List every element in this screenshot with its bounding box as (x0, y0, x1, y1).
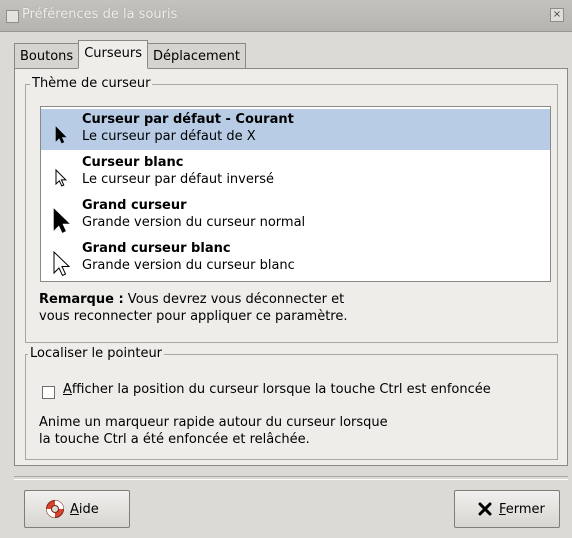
window-menu-icon[interactable] (6, 10, 19, 23)
item-title: Grand curseur (82, 198, 187, 213)
locate-pointer-checkbox[interactable] (42, 386, 55, 399)
item-subtitle: Le curseur par défaut inversé (82, 172, 274, 187)
button-area-separator (14, 476, 568, 480)
tab-cursors[interactable]: Curseurs (78, 40, 148, 69)
close-x-icon (475, 499, 495, 519)
item-subtitle: Le curseur par défaut de X (82, 129, 256, 144)
help-label-text: ide (78, 501, 99, 517)
item-title: Grand curseur blanc (82, 241, 231, 256)
large-white-arrow-cursor-icon (53, 250, 71, 277)
close-label-text: ermer (505, 501, 545, 517)
relogin-note: Remarque : Vous devrez vous déconnecter … (39, 291, 347, 325)
description-line-2: la touche Ctrl a été enfoncée et relâché… (39, 432, 310, 447)
list-item-large-cursor[interactable]: Grand curseur Grande version du curseur … (41, 195, 550, 236)
cursor-theme-frame-label: Thème de curseur (30, 76, 153, 91)
white-arrow-cursor-icon (55, 168, 67, 187)
window-title: Préférences de la souris (22, 7, 178, 22)
close-button-label: Fermer (499, 502, 545, 517)
item-subtitle: Grande version du curseur normal (82, 215, 306, 230)
cursor-theme-list: Curseur par défaut - Courant Le curseur … (40, 106, 551, 282)
note-line-2: vous reconnecter pour appliquer ce param… (39, 309, 348, 324)
note-line-1: Vous devrez vous déconnecter et (123, 292, 345, 307)
tab-motion[interactable]: Déplacement (146, 43, 246, 69)
tab-bar: Boutons Curseurs Déplacement (14, 40, 246, 69)
checkbox-label-text: fficher la position du curseur lorsque l… (71, 382, 491, 397)
item-subtitle: Grande version du curseur blanc (82, 258, 295, 273)
locate-pointer-checkbox-label[interactable]: Afficher la position du curseur lorsque … (63, 382, 491, 397)
close-icon[interactable]: × (550, 8, 564, 22)
item-title: Curseur blanc (82, 155, 184, 170)
list-item-default-cursor[interactable]: Curseur par défaut - Courant Le curseur … (41, 109, 550, 150)
locate-pointer-frame-label: Localiser le pointeur (28, 346, 165, 361)
lifebuoy-icon (45, 499, 65, 519)
close-button[interactable]: Fermer (454, 490, 560, 528)
mnemonic-letter: F (499, 501, 506, 517)
item-title: Curseur par défaut - Courant (82, 112, 294, 127)
mnemonic-letter: A (70, 501, 79, 517)
locate-pointer-description: Anime un marqueur rapide autour du curse… (39, 414, 388, 448)
list-item-white-cursor[interactable]: Curseur blanc Le curseur par défaut inve… (41, 152, 550, 193)
help-button-label: Aide (70, 502, 99, 517)
list-item-large-white-cursor[interactable]: Grand curseur blanc Grande version du cu… (41, 238, 550, 279)
black-arrow-cursor-icon (55, 126, 67, 144)
mnemonic-letter: A (63, 382, 72, 397)
large-black-arrow-cursor-icon (53, 208, 70, 233)
tab-buttons[interactable]: Boutons (14, 43, 80, 69)
note-label: Remarque : (39, 292, 124, 307)
description-line-1: Anime un marqueur rapide autour du curse… (39, 415, 388, 430)
help-button[interactable]: Aide (24, 490, 130, 528)
title-bar[interactable]: Préférences de la souris × (0, 0, 572, 32)
